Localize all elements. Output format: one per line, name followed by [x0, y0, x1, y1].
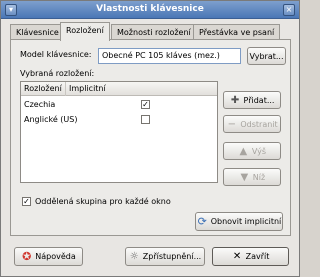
refresh-icon: ⟳	[197, 215, 207, 228]
layout-name: Anglické (US)	[24, 115, 78, 124]
accessibility-label: Zpřístupnění...	[142, 252, 202, 261]
tab-layout-options[interactable]: Možnosti rozložení	[111, 24, 197, 40]
close-label: Zavřít	[245, 252, 270, 261]
remove-layout-label: Odstranit	[240, 119, 278, 129]
separate-group-checkbox[interactable]: ✓	[22, 197, 31, 206]
lifebuoy-icon: ✪	[22, 250, 32, 263]
list-header: Rozložení Implicitní	[21, 82, 217, 96]
keyboard-model-field[interactable]: Obecné PC 105 kláves (mez.)	[98, 48, 241, 64]
title-bar[interactable]: Vlastnosti klávesnice ▾ ×	[1, 1, 299, 19]
add-layout-button[interactable]: ✚ Přidat...	[223, 91, 281, 109]
column-header-layout[interactable]: Rozložení	[21, 82, 66, 96]
layouts-panel: Model klávesnice: Obecné PC 105 kláves (…	[10, 39, 291, 236]
reset-defaults-button[interactable]: ⟳ Obnovit implicitní	[195, 212, 283, 231]
window-title: Vlastnosti klávesnice	[96, 4, 204, 14]
list-item[interactable]: Czechia ✓	[21, 98, 217, 111]
reset-defaults-label: Obnovit implicitní	[210, 217, 282, 226]
move-down-button[interactable]: ▼ Níž	[223, 168, 281, 186]
add-layout-label: Přidat...	[243, 95, 275, 105]
separate-group-label[interactable]: Oddělená skupina pro každé okno	[35, 197, 171, 206]
close-x-icon: ✕	[232, 251, 242, 262]
window-menu-icon[interactable]: ▾	[5, 4, 17, 16]
default-checkbox[interactable]	[141, 115, 150, 124]
choose-model-button[interactable]: Vybrat...	[247, 47, 286, 65]
minus-icon: −	[227, 118, 237, 130]
selected-layouts-label: Vybraná rozložení:	[20, 69, 95, 78]
column-header-default[interactable]: Implicitní	[67, 82, 106, 96]
tab-keyboard[interactable]: Klávesnice	[10, 24, 65, 40]
tab-typing-break[interactable]: Přestávka ve psaní	[193, 24, 281, 40]
layouts-list[interactable]: Rozložení Implicitní Czechia ✓ Anglické …	[20, 81, 218, 183]
close-button[interactable]: ✕ Zavřít	[212, 247, 289, 266]
accessibility-button[interactable]: ☼ Zpřístupnění...	[125, 247, 205, 266]
move-up-button[interactable]: ▲ Výš	[223, 142, 281, 160]
keyboard-model-label: Model klávesnice:	[20, 50, 92, 59]
keyboard-preferences-window: Vlastnosti klávesnice ▾ × Klávesnice Roz…	[0, 0, 300, 277]
move-up-label: Výš	[251, 146, 267, 156]
default-checkbox[interactable]: ✓	[141, 100, 150, 109]
list-item[interactable]: Anglické (US)	[21, 113, 217, 126]
accessibility-icon: ☼	[129, 251, 139, 262]
move-down-label: Níž	[252, 172, 266, 182]
remove-layout-button[interactable]: − Odstranit	[223, 115, 281, 133]
layout-name: Czechia	[24, 100, 56, 109]
tab-layouts[interactable]: Rozložení	[60, 22, 110, 41]
help-button[interactable]: ✪ Nápověda	[14, 247, 83, 266]
help-label: Nápověda	[35, 252, 76, 261]
choose-model-label: Vybrat...	[249, 51, 284, 61]
arrow-up-icon: ▲	[239, 145, 248, 157]
arrow-down-icon: ▼	[240, 171, 249, 183]
plus-icon: ✚	[230, 94, 240, 106]
window-close-icon[interactable]: ×	[283, 4, 295, 16]
